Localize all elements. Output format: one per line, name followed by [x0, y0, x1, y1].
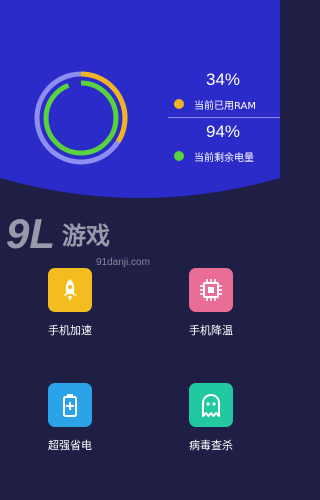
- ram-label: 当前已用RAM: [194, 101, 257, 112]
- usage-ring: [33, 70, 129, 166]
- battery-label: 当前剩余电量: [194, 153, 254, 164]
- power-save-label: 超强省电: [48, 439, 92, 452]
- battery-arc: [43, 80, 119, 156]
- chip-icon: [189, 268, 233, 312]
- watermark-site: 91danji.com: [96, 257, 150, 268]
- battery-icon: [48, 383, 92, 427]
- virus-scan-label: 病毒查杀: [189, 439, 233, 452]
- battery-dot-icon: [174, 151, 184, 161]
- ghost-icon: [189, 383, 233, 427]
- boost-feature[interactable]: 手机加速: [25, 268, 115, 358]
- power-save-feature[interactable]: 超强省电: [25, 383, 115, 473]
- svg-text:游戏: 游戏: [62, 222, 110, 250]
- stat-divider: [168, 117, 280, 118]
- cool-label: 手机降温: [189, 324, 233, 337]
- ram-percent: 34%: [206, 70, 241, 89]
- virus-scan-feature[interactable]: 病毒查杀: [166, 383, 256, 473]
- battery-percent: 94%: [206, 122, 241, 141]
- ram-stat: 34% 当前已用RAM: [168, 70, 280, 115]
- battery-stat: 94% 当前剩余电量: [168, 122, 280, 167]
- boost-label: 手机加速: [48, 324, 92, 337]
- ram-dot-icon: [174, 99, 184, 109]
- rocket-icon: [48, 268, 92, 312]
- svg-text:9L: 9L: [6, 210, 55, 257]
- cool-feature[interactable]: 手机降温: [166, 268, 256, 358]
